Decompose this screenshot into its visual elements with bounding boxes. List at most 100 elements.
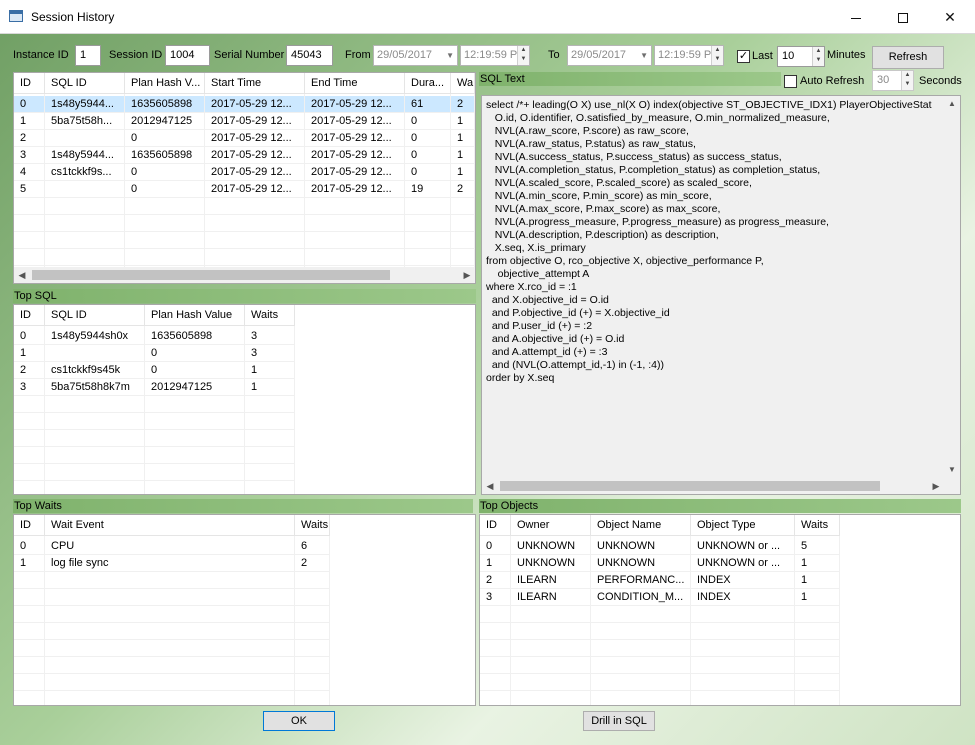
table-cell[interactable]: cs1tckkf9s45k xyxy=(45,362,145,379)
table-cell[interactable]: cs1tckkf9s... xyxy=(45,164,125,181)
scroll-up-icon[interactable]: ▲ xyxy=(944,96,960,112)
column-header[interactable]: Wa xyxy=(451,73,475,94)
table-cell[interactable] xyxy=(45,130,125,147)
table-cell[interactable]: 2017-05-29 12... xyxy=(205,113,305,130)
table-cell[interactable]: 2017-05-29 12... xyxy=(305,113,405,130)
table-cell[interactable]: 2017-05-29 12... xyxy=(305,181,405,198)
table-cell[interactable]: 61 xyxy=(405,96,451,113)
table-cell[interactable]: INDEX xyxy=(691,589,795,606)
table-cell[interactable]: 1 xyxy=(451,130,475,147)
column-header[interactable]: Object Name xyxy=(591,515,691,536)
table-cell[interactable]: 2012947125 xyxy=(145,379,245,396)
table-cell[interactable]: 2017-05-29 12... xyxy=(305,96,405,113)
table-cell[interactable]: ILEARN xyxy=(511,572,591,589)
table-cell[interactable]: 0 xyxy=(405,113,451,130)
table-cell[interactable]: INDEX xyxy=(691,572,795,589)
table-cell[interactable]: 2 xyxy=(480,572,511,589)
table-cell[interactable]: UNKNOWN xyxy=(591,538,691,555)
table-cell[interactable]: CPU xyxy=(45,538,295,555)
auto-refresh-checkbox[interactable] xyxy=(784,75,797,88)
last-minutes-spinner[interactable]: ▲ ▼ xyxy=(812,47,824,66)
maximize-button[interactable] xyxy=(880,0,926,34)
scroll-left-icon[interactable]: ◀ xyxy=(482,478,498,494)
table-cell[interactable]: 3 xyxy=(480,589,511,606)
column-header[interactable]: Plan Hash V... xyxy=(125,73,205,94)
column-header[interactable]: Object Type xyxy=(691,515,795,536)
table-cell[interactable]: 1 xyxy=(480,555,511,572)
refresh-button[interactable]: Refresh xyxy=(872,46,944,69)
table-cell[interactable]: 2 xyxy=(451,181,475,198)
column-header[interactable]: SQL ID xyxy=(45,305,145,326)
table-cell[interactable]: 1 xyxy=(14,555,45,572)
drill-in-sql-button[interactable]: Drill in SQL xyxy=(583,711,655,731)
table-cell[interactable]: 1 xyxy=(795,555,840,572)
table-cell[interactable]: CONDITION_M... xyxy=(591,589,691,606)
to-date-picker[interactable]: 29/05/2017 ▼ xyxy=(567,45,652,66)
table-cell[interactable]: ILEARN xyxy=(511,589,591,606)
column-header[interactable]: ID xyxy=(480,515,511,536)
column-header[interactable]: Waits xyxy=(245,305,295,326)
table-cell[interactable]: 1 xyxy=(451,113,475,130)
sql-horizontal-scrollbar[interactable]: ◀ ▶ xyxy=(482,478,944,494)
table-cell[interactable]: 19 xyxy=(405,181,451,198)
last-checkbox[interactable]: ✓ xyxy=(737,50,750,63)
scroll-right-icon[interactable]: ▶ xyxy=(459,267,475,283)
table-cell[interactable]: 0 xyxy=(145,345,245,362)
auto-refresh-spinner[interactable]: ▲ ▼ xyxy=(901,71,913,90)
from-date-picker[interactable]: 29/05/2017 ▼ xyxy=(373,45,458,66)
table-cell[interactable]: 1 xyxy=(245,362,295,379)
table-cell[interactable]: 5ba75t58h8k7m xyxy=(45,379,145,396)
table-cell[interactable]: 2017-05-29 12... xyxy=(205,164,305,181)
table-cell[interactable]: PERFORMANC... xyxy=(591,572,691,589)
scroll-down-icon[interactable]: ▼ xyxy=(944,462,960,478)
sql-vertical-scrollbar[interactable]: ▲ ▼ xyxy=(944,96,960,478)
table-cell[interactable]: 3 xyxy=(245,328,295,345)
scrollbar-thumb[interactable] xyxy=(32,270,390,280)
table-cell[interactable]: UNKNOWN or ... xyxy=(691,555,795,572)
table-cell[interactable]: UNKNOWN xyxy=(511,538,591,555)
table-cell[interactable]: 0 xyxy=(14,96,45,113)
to-time-picker[interactable]: 12:19:59 P ▲ ▼ xyxy=(654,45,724,66)
table-cell[interactable]: 1635605898 xyxy=(125,96,205,113)
column-header[interactable]: Owner xyxy=(511,515,591,536)
last-minutes-stepper[interactable]: 10 ▲ ▼ xyxy=(777,46,825,67)
column-header[interactable]: Dura... xyxy=(405,73,451,94)
scroll-right-icon[interactable]: ▶ xyxy=(928,478,944,494)
table-cell[interactable]: 2017-05-29 12... xyxy=(205,181,305,198)
table-cell[interactable]: 2017-05-29 12... xyxy=(205,147,305,164)
from-time-picker[interactable]: 12:19:59 P ▲ ▼ xyxy=(460,45,530,66)
table-cell[interactable]: 0 xyxy=(405,164,451,181)
column-header[interactable]: Plan Hash Value xyxy=(145,305,245,326)
table-cell[interactable]: 2 xyxy=(14,130,45,147)
table-cell[interactable] xyxy=(45,345,145,362)
scroll-left-icon[interactable]: ◀ xyxy=(14,267,30,283)
table-cell[interactable]: 0 xyxy=(14,328,45,345)
column-header[interactable]: End Time xyxy=(305,73,405,94)
table-cell[interactable]: 3 xyxy=(14,379,45,396)
table-cell[interactable]: 1 xyxy=(245,379,295,396)
table-cell[interactable]: 5 xyxy=(795,538,840,555)
table-cell[interactable]: 1 xyxy=(795,589,840,606)
from-time-spinner[interactable]: ▲ ▼ xyxy=(517,46,529,65)
table-cell[interactable]: 1s48y5944sh0x xyxy=(45,328,145,345)
column-header[interactable]: SQL ID xyxy=(45,73,125,94)
table-cell[interactable]: 5 xyxy=(14,181,45,198)
table-cell[interactable]: 0 xyxy=(145,362,245,379)
table-cell[interactable]: 5ba75t58h... xyxy=(45,113,125,130)
table-cell[interactable]: 1 xyxy=(795,572,840,589)
table-cell[interactable]: 0 xyxy=(125,130,205,147)
table-cell[interactable]: 1 xyxy=(14,345,45,362)
table-cell[interactable]: 4 xyxy=(14,164,45,181)
table-cell[interactable] xyxy=(45,181,125,198)
table-cell[interactable]: 6 xyxy=(295,538,330,555)
table-cell[interactable]: 3 xyxy=(245,345,295,362)
ok-button[interactable]: OK xyxy=(263,711,335,731)
history-horizontal-scrollbar[interactable]: ◀ ▶ xyxy=(14,267,475,283)
table-cell[interactable]: 0 xyxy=(125,164,205,181)
table-cell[interactable]: UNKNOWN xyxy=(511,555,591,572)
table-cell[interactable]: 1635605898 xyxy=(145,328,245,345)
scrollbar-thumb[interactable] xyxy=(500,481,880,491)
table-cell[interactable]: 0 xyxy=(405,147,451,164)
column-header[interactable]: ID xyxy=(14,305,45,326)
table-cell[interactable]: log file sync xyxy=(45,555,295,572)
